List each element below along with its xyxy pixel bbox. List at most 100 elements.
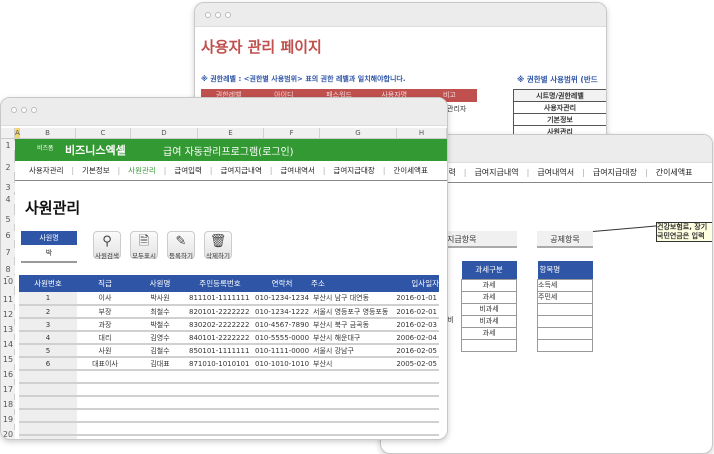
row-number[interactable]: 3 xyxy=(1,183,15,192)
header-cell[interactable]: 연락처 xyxy=(253,275,312,292)
table-cell[interactable]: 박사원 xyxy=(133,292,187,306)
row-number[interactable]: 12 xyxy=(1,310,15,319)
table-cell[interactable] xyxy=(311,422,393,436)
table-cell[interactable]: 2016-02-01 xyxy=(392,305,439,319)
table-row[interactable]: 4 대리 김영수 840101-2222222 010-5555-0000 부산시 해운대… xyxy=(19,331,439,345)
search-input[interactable]: 박 xyxy=(21,246,77,263)
table-cell[interactable]: 부산시 xyxy=(311,357,393,371)
table-cell[interactable] xyxy=(392,383,439,397)
row-number[interactable]: 13 xyxy=(1,325,15,334)
search-employee-button[interactable]: ⚲ 사원검색 xyxy=(93,231,121,260)
table-cell[interactable] xyxy=(187,383,253,397)
table-cell[interactable] xyxy=(77,422,133,436)
table-cell[interactable]: 대표이사 xyxy=(77,357,133,371)
table-cell[interactable]: 서울시 영등포구 영등포동 xyxy=(311,305,393,319)
table-cell[interactable] xyxy=(187,435,253,439)
table-cell[interactable] xyxy=(187,409,253,423)
table-cell[interactable]: 부산시 남구 대연동 xyxy=(311,292,393,306)
table-cell[interactable] xyxy=(77,409,133,423)
table-cell[interactable] xyxy=(311,383,393,397)
column-header[interactable]: D xyxy=(131,128,198,138)
nav-user-management[interactable]: 사용자관리 xyxy=(29,165,64,176)
table-cell[interactable]: 010-5555-0000 xyxy=(253,331,312,345)
table-cell[interactable]: 이사 xyxy=(77,292,133,306)
table-row[interactable] xyxy=(19,435,439,439)
table-row[interactable] xyxy=(19,409,439,423)
table-cell[interactable]: 6 xyxy=(19,357,77,371)
nav-basic-info[interactable]: 기본정보 xyxy=(82,165,110,176)
table-cell[interactable] xyxy=(133,435,187,439)
table-cell[interactable]: 부장 xyxy=(77,305,133,319)
row-number[interactable]: 20 xyxy=(1,430,15,439)
table-cell[interactable]: 최철수 xyxy=(133,305,187,319)
table-cell[interactable] xyxy=(253,435,312,439)
table-cell[interactable]: 850101-1111111 xyxy=(187,344,253,358)
table-row[interactable] xyxy=(19,383,439,397)
table-cell[interactable] xyxy=(133,370,187,384)
nav-item[interactable]: 급여내역서 xyxy=(537,167,574,178)
row-number[interactable]: 14 xyxy=(1,340,15,349)
table-cell[interactable]: 811101-1111111 xyxy=(187,292,253,306)
table-cell[interactable] xyxy=(77,370,133,384)
table-cell[interactable] xyxy=(253,422,312,436)
row-number[interactable]: 2 xyxy=(1,163,15,172)
table-cell[interactable]: 3 xyxy=(19,318,77,332)
table-cell[interactable] xyxy=(19,370,77,384)
table-cell[interactable]: 5 xyxy=(19,344,77,358)
row-number[interactable]: 7 xyxy=(1,248,15,257)
nav-pay-statement[interactable]: 급여내역서 xyxy=(280,165,315,176)
table-cell[interactable] xyxy=(19,396,77,410)
table-cell[interactable] xyxy=(253,396,312,410)
header-cell[interactable]: 사원번호 xyxy=(19,275,77,292)
show-all-button[interactable]: 🗎 모두표시 xyxy=(130,231,158,260)
table-cell[interactable]: 2005-02-05 xyxy=(392,357,439,371)
table-cell[interactable] xyxy=(311,396,393,410)
table-cell[interactable]: 010-1010-1010 xyxy=(253,357,312,371)
row-number[interactable]: 1 xyxy=(1,141,15,150)
table-cell[interactable] xyxy=(133,383,187,397)
nav-pay-history[interactable]: 급여지급내역 xyxy=(220,165,261,176)
table-cell[interactable]: 김철수 xyxy=(133,344,187,358)
table-cell[interactable]: 2016-02-03 xyxy=(392,318,439,332)
table-cell[interactable]: 부산시 북구 금곡동 xyxy=(311,318,393,332)
delete-button[interactable]: 🗑 삭제하기 xyxy=(204,231,232,260)
table-cell[interactable] xyxy=(19,409,77,423)
table-row[interactable] xyxy=(19,422,439,436)
table-cell[interactable]: 010-1234-1222 xyxy=(253,305,312,319)
table-row[interactable]: 1 이사 박사원 811101-1111111 010-1234-1234 부산시 남구 … xyxy=(19,292,439,306)
table-cell[interactable]: 서울시 강남구 xyxy=(311,344,393,358)
table-cell[interactable]: 김영수 xyxy=(133,331,187,345)
table-cell[interactable]: 4 xyxy=(19,331,77,345)
nav-pay-ledger[interactable]: 급여지급대장 xyxy=(333,165,374,176)
row-number[interactable]: 4 xyxy=(1,195,15,204)
header-cell[interactable]: 입사일자 xyxy=(392,275,439,292)
table-cell[interactable] xyxy=(187,370,253,384)
table-cell[interactable]: 대리 xyxy=(77,331,133,345)
table-cell[interactable] xyxy=(77,435,133,439)
table-cell[interactable]: 김대표 xyxy=(133,357,187,371)
table-cell[interactable] xyxy=(133,409,187,423)
table-cell[interactable] xyxy=(19,383,77,397)
header-cell[interactable]: 사원명 xyxy=(133,275,187,292)
table-cell[interactable]: 박철수 xyxy=(133,318,187,332)
table-cell[interactable]: 820101-2222222 xyxy=(187,305,253,319)
table-cell[interactable] xyxy=(392,409,439,423)
table-cell[interactable] xyxy=(187,396,253,410)
table-cell[interactable]: 2006-02-04 xyxy=(392,331,439,345)
table-cell[interactable] xyxy=(133,396,187,410)
table-cell[interactable] xyxy=(19,435,77,439)
table-cell[interactable]: 010-1111-0000 xyxy=(253,344,312,358)
row-number[interactable]: 10 xyxy=(1,277,15,286)
table-cell[interactable]: 2 xyxy=(19,305,77,319)
table-cell[interactable]: 010-1234-1234 xyxy=(253,292,312,306)
table-cell[interactable] xyxy=(253,409,312,423)
table-cell[interactable] xyxy=(392,435,439,439)
table-cell[interactable]: 2016-01-01 xyxy=(392,292,439,306)
table-cell[interactable] xyxy=(311,409,393,423)
table-cell[interactable]: 사원 xyxy=(77,344,133,358)
table-cell[interactable]: 010-4567-7890 xyxy=(253,318,312,332)
header-cell[interactable]: 주소 xyxy=(311,275,393,292)
table-cell[interactable] xyxy=(19,422,77,436)
table-cell[interactable]: 2016-02-05 xyxy=(392,344,439,358)
table-cell[interactable]: 830202-2222222 xyxy=(187,318,253,332)
